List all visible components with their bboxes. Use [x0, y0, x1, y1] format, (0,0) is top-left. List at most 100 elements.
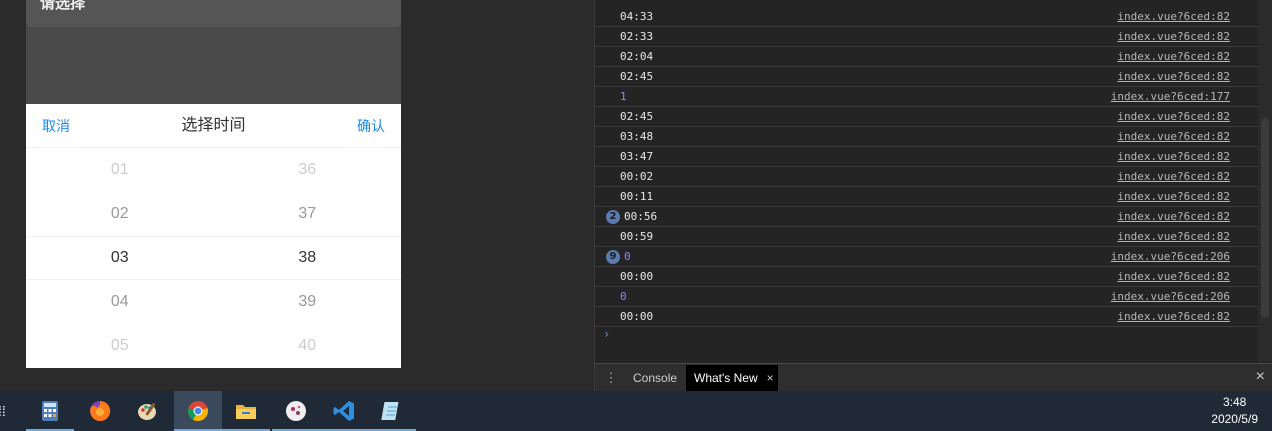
- console-message-text: 02:04: [620, 50, 654, 63]
- console-message-text: 00:11: [620, 190, 654, 203]
- minute-option[interactable]: 37: [214, 192, 402, 236]
- console-message-text: 02:45: [620, 70, 654, 83]
- picker-title: 选择时间: [181, 117, 246, 134]
- paint-icon: [138, 403, 156, 420]
- console-message-row: 02:04 index.vue?6ced:82: [595, 47, 1259, 67]
- console-message-row: 1 index.vue?6ced:177: [595, 87, 1259, 107]
- phone-screen: 请选择 取消 选择时间 确认 01 02 03 04 05 36 37 38 3…: [26, 0, 401, 368]
- minute-option[interactable]: 36: [214, 148, 402, 192]
- hour-column[interactable]: 01 02 03 04 05: [26, 148, 214, 368]
- console-prompt[interactable]: ›: [603, 327, 610, 341]
- taskbar-app-calculator[interactable]: [26, 391, 74, 431]
- source-link[interactable]: index.vue?6ced:82: [1117, 230, 1230, 243]
- console-scrollbar[interactable]: [1258, 0, 1272, 362]
- source-link[interactable]: index.vue?6ced:82: [1117, 170, 1230, 183]
- console-message-text: 0: [620, 290, 627, 303]
- tab-label: What's New: [694, 371, 758, 385]
- scroll-thumb[interactable]: [1261, 118, 1269, 318]
- taskbar-app-notepad[interactable]: [368, 391, 416, 431]
- tab-label: Console: [633, 371, 678, 385]
- source-link[interactable]: index.vue?6ced:82: [1117, 310, 1230, 323]
- taskbar-app-paint[interactable]: [124, 391, 172, 431]
- calculator-icon: [42, 401, 58, 421]
- clock-time: 3:48: [1222, 395, 1247, 409]
- hour-option[interactable]: 02: [26, 192, 214, 236]
- picker-toolbar: 取消 选择时间 确认: [26, 104, 401, 148]
- card-text: 请选择: [40, 0, 86, 12]
- source-link[interactable]: index.vue?6ced:82: [1117, 130, 1230, 143]
- repeat-count-badge: 2: [606, 210, 620, 224]
- source-link[interactable]: index.vue?6ced:206: [1111, 250, 1230, 263]
- tab-whats-new[interactable]: What's New ×: [686, 365, 778, 391]
- hour-option[interactable]: 05: [26, 324, 214, 368]
- clock-date: 2020/5/9: [1211, 412, 1258, 426]
- more-vertical-icon[interactable]: ⋮: [603, 370, 619, 386]
- console-message-text: 00:56: [624, 210, 658, 223]
- taskbar-app-firefox[interactable]: [76, 391, 124, 431]
- console-message-text: 0: [624, 250, 631, 263]
- taskbar-app-vscode[interactable]: [320, 391, 368, 431]
- tab-console[interactable]: Console: [625, 365, 685, 391]
- console-message-text: 03:48: [620, 130, 654, 143]
- console-message-text: 03:47: [620, 150, 654, 163]
- taskbar: ⁞⁞: [0, 391, 1272, 431]
- cancel-button[interactable]: 取消: [42, 104, 70, 148]
- console-message-text: 00:02: [620, 170, 654, 183]
- taskbar-app-other[interactable]: [272, 391, 320, 431]
- system-clock[interactable]: 3:48 2020/5/9: [1211, 394, 1258, 428]
- console-message-text: 1: [620, 90, 627, 103]
- source-link[interactable]: index.vue?6ced:82: [1117, 150, 1230, 163]
- source-link[interactable]: index.vue?6ced:177: [1111, 90, 1230, 103]
- task-view-icon[interactable]: ⁞⁞: [0, 403, 6, 419]
- console-message-text: 04:33: [620, 10, 654, 23]
- console-message-row: 04:33 index.vue?6ced:82: [595, 7, 1259, 27]
- devtools-panel: 04:33 index.vue?6ced:82 02:33 index.vue?6ce…: [594, 0, 1272, 391]
- console-message-row: 00:11 index.vue?6ced:82: [595, 187, 1259, 207]
- console-message-row: 00:59 index.vue?6ced:82: [595, 227, 1259, 247]
- hour-option-selected[interactable]: 03: [26, 236, 214, 280]
- chrome-icon: [188, 401, 208, 422]
- hour-option[interactable]: 04: [26, 280, 214, 324]
- hour-option[interactable]: 01: [26, 148, 214, 192]
- minute-option[interactable]: 40: [214, 324, 402, 368]
- repeat-count-badge: 9: [606, 250, 620, 264]
- console-message-text: 00:00: [620, 270, 654, 283]
- minute-option[interactable]: 39: [214, 280, 402, 324]
- close-icon[interactable]: ×: [767, 365, 774, 391]
- console-log: 04:33 index.vue?6ced:82 02:33 index.vue?6ce…: [595, 0, 1259, 362]
- preview-pane: 请选择 取消 选择时间 确认 01 02 03 04 05 36 37 38 3…: [0, 0, 594, 391]
- source-link[interactable]: index.vue?6ced:82: [1117, 210, 1230, 223]
- source-link[interactable]: index.vue?6ced:82: [1117, 270, 1230, 283]
- confirm-button[interactable]: 确认: [357, 104, 385, 148]
- console-message-text: 00:00: [620, 310, 654, 323]
- console-message-row: 02:45 index.vue?6ced:82: [595, 67, 1259, 87]
- console-message-row: 9 0 index.vue?6ced:206: [595, 247, 1259, 267]
- source-link[interactable]: index.vue?6ced:82: [1117, 190, 1230, 203]
- close-drawer-icon[interactable]: ×: [1256, 368, 1265, 386]
- picker-columns: 01 02 03 04 05 36 37 38 39 40: [26, 148, 401, 368]
- console-message-row: 00:00 index.vue?6ced:82: [595, 267, 1259, 287]
- minute-column[interactable]: 36 37 38 39 40: [214, 148, 402, 368]
- console-message-row: 0 index.vue?6ced:206: [595, 287, 1259, 307]
- notepad-icon: [381, 402, 399, 420]
- source-link[interactable]: index.vue?6ced:82: [1117, 70, 1230, 83]
- source-link[interactable]: index.vue?6ced:82: [1117, 10, 1230, 23]
- taskbar-app-chrome[interactable]: [174, 391, 222, 431]
- firefox-icon: [90, 400, 111, 421]
- source-link[interactable]: index.vue?6ced:82: [1117, 50, 1230, 63]
- vscode-icon: [333, 401, 354, 421]
- console-message-text: 00:59: [620, 230, 654, 243]
- source-link[interactable]: index.vue?6ced:82: [1117, 30, 1230, 43]
- taskbar-app-file-explorer[interactable]: [222, 391, 270, 431]
- background-card: 请选择: [26, 0, 401, 27]
- minute-option-selected[interactable]: 38: [214, 236, 402, 280]
- console-message-text: 02:45: [620, 110, 654, 123]
- app-icon: [286, 401, 306, 421]
- console-message-row: 00:00 index.vue?6ced:82: [595, 307, 1259, 327]
- console-message-row: 00:02 index.vue?6ced:82: [595, 167, 1259, 187]
- console-message-text: 02:33: [620, 30, 654, 43]
- console-message-row: 03:48 index.vue?6ced:82: [595, 127, 1259, 147]
- source-link[interactable]: index.vue?6ced:82: [1117, 110, 1230, 123]
- file-explorer-icon: [236, 405, 256, 419]
- source-link[interactable]: index.vue?6ced:206: [1111, 290, 1230, 303]
